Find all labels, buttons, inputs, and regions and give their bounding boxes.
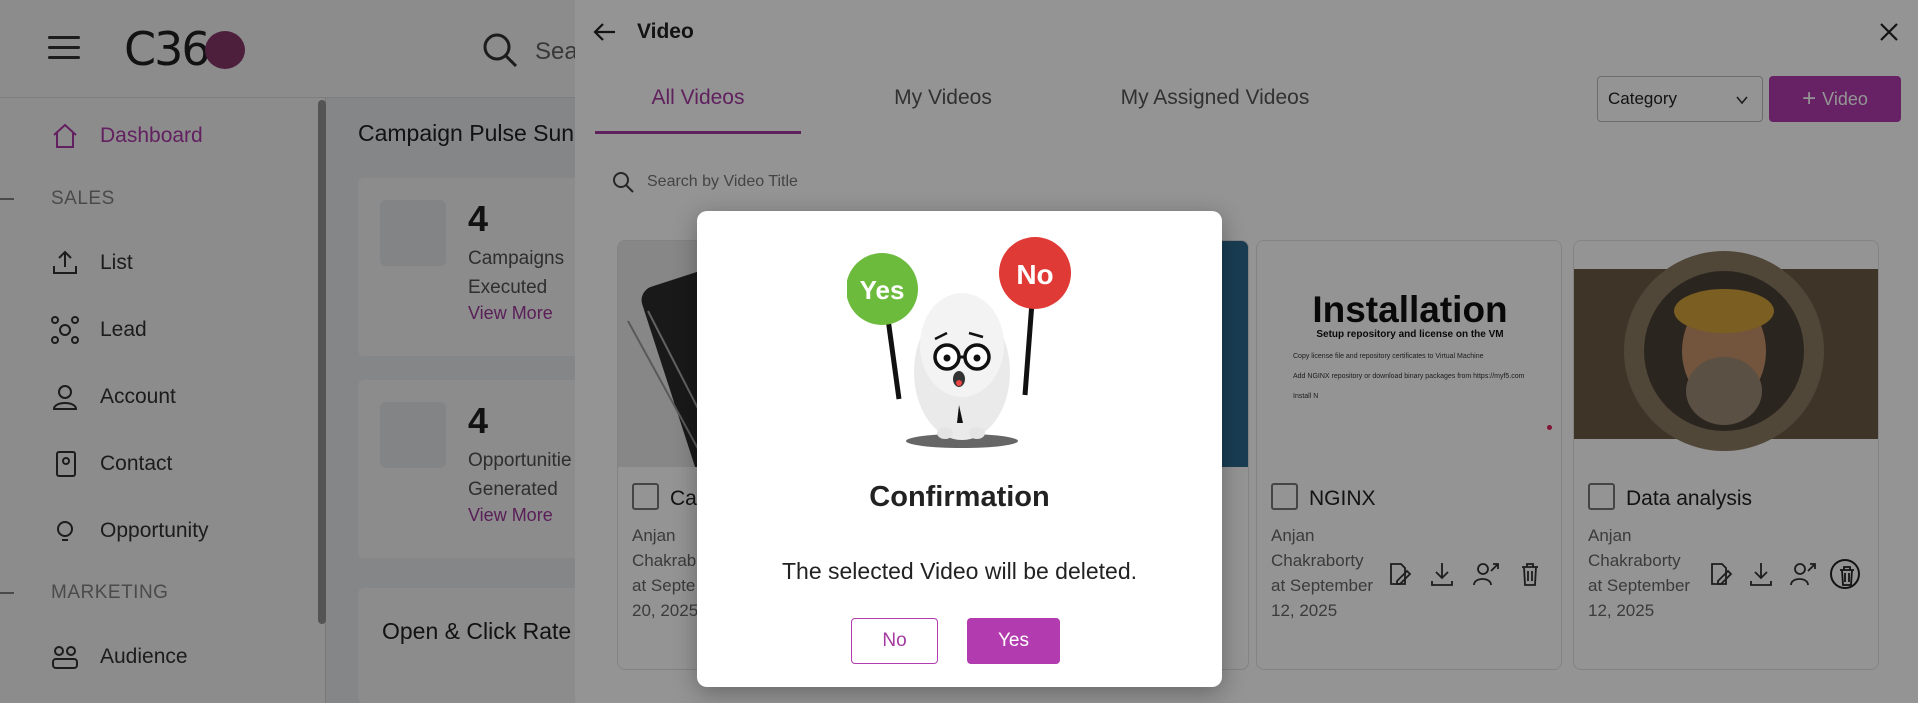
sign-yes-text: Yes [860, 275, 905, 305]
yes-no-illustration: Yes No [847, 237, 1071, 448]
dialog-title: Confirmation [869, 481, 1050, 513]
yes-button[interactable]: Yes [967, 618, 1060, 664]
dialog-message: The selected Video will be deleted. [781, 558, 1138, 584]
sign-no-text: No [1016, 259, 1053, 290]
no-button[interactable]: No [851, 618, 938, 664]
confirmation-dialog: Yes No Confirmation The selected Video w… [697, 211, 1222, 687]
